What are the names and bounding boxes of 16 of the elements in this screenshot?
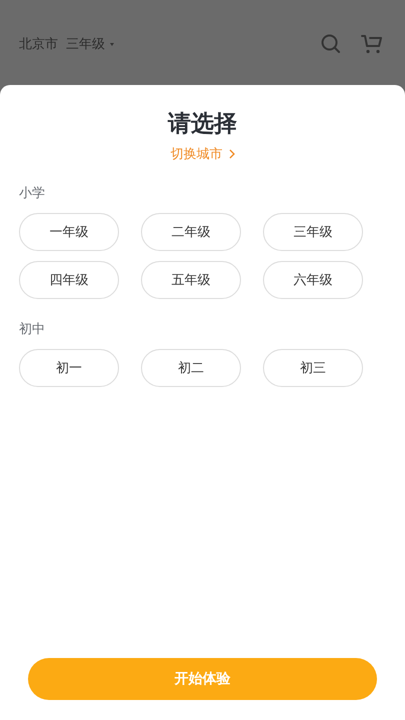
grade-option[interactable]: 初三 bbox=[263, 349, 363, 387]
search-icon[interactable] bbox=[321, 34, 341, 54]
grade-option[interactable]: 四年级 bbox=[19, 261, 119, 299]
cart-icon[interactable] bbox=[361, 34, 383, 54]
grade-option[interactable]: 一年级 bbox=[19, 213, 119, 251]
grade-option[interactable]: 初二 bbox=[141, 349, 241, 387]
chevron-icon bbox=[228, 149, 234, 159]
section-label: 初中 bbox=[19, 321, 46, 339]
section-label: 小学 bbox=[19, 185, 46, 203]
sheet-title: 请选择 bbox=[166, 110, 238, 139]
caret-icon bbox=[110, 42, 114, 46]
grade-option[interactable]: 六年级 bbox=[263, 261, 363, 299]
grade-option[interactable]: 三年级 bbox=[263, 213, 363, 251]
grade-option[interactable]: 初一 bbox=[19, 349, 119, 387]
grade-option[interactable]: 五年级 bbox=[141, 261, 241, 299]
grade-option[interactable]: 二年级 bbox=[141, 213, 241, 251]
